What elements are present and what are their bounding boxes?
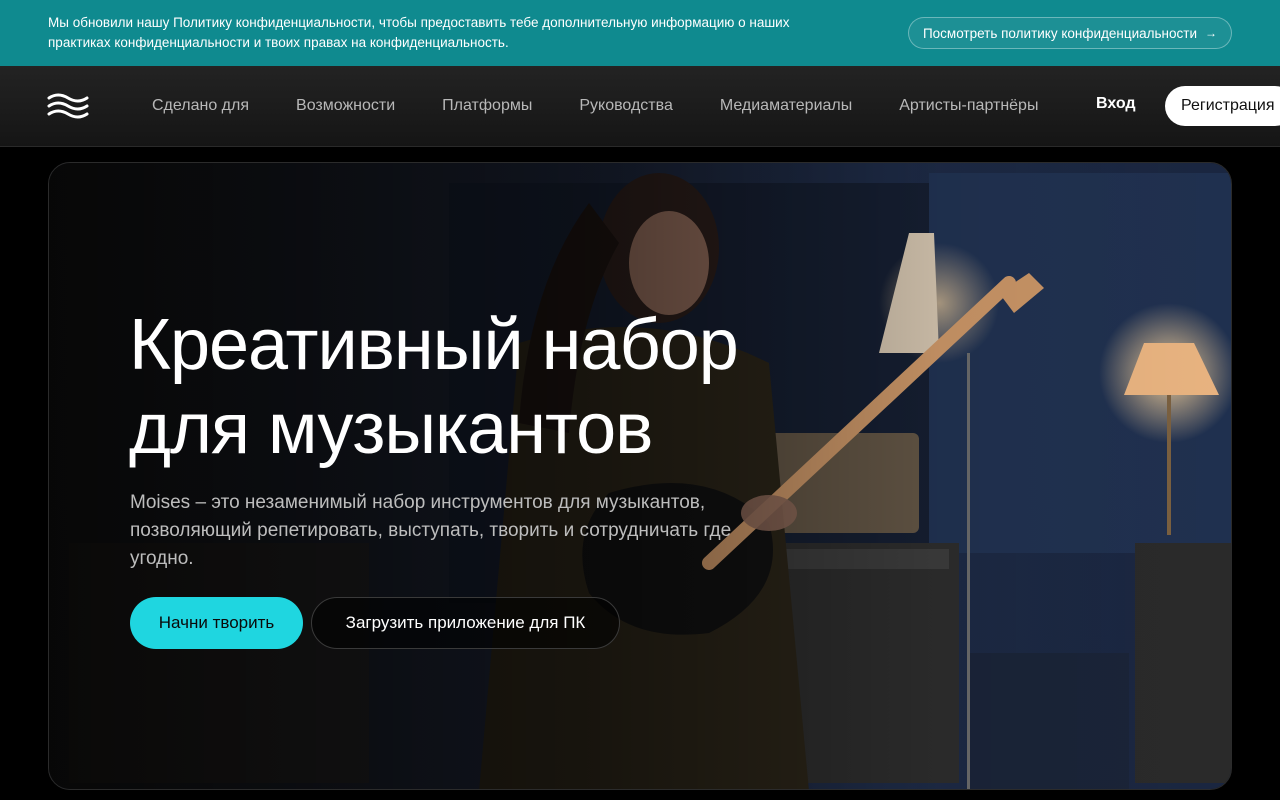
arrow-right-icon: →	[1205, 26, 1217, 40]
privacy-banner: Мы обновили нашу Политику конфиденциальн…	[0, 0, 1280, 66]
hero-section: Креативный набор для музыкантов Moises –…	[48, 162, 1232, 790]
nav-item-guides[interactable]: Руководства	[579, 97, 673, 115]
view-privacy-policy-button[interactable]: Посмотреть политику конфиденциальности →	[907, 17, 1232, 49]
hero-description: Moises – это незаменимый набор инструмен…	[130, 492, 732, 569]
start-creating-button[interactable]: Начни творить	[130, 597, 303, 649]
nav-item-made-for[interactable]: Сделано для	[152, 97, 249, 115]
hero-title-line-1: Креативный набор	[129, 305, 739, 385]
nav-item-media[interactable]: Медиаматериалы	[720, 97, 852, 115]
hero-overlay	[49, 163, 1231, 789]
nav-item-partner-artists[interactable]: Артисты-партнёры	[899, 97, 1038, 115]
hero-title-line-2: для музыкантов	[129, 389, 653, 469]
nav-item-platforms[interactable]: Платформы	[442, 97, 532, 115]
banner-text: Мы обновили нашу Политику конфиденциальн…	[48, 15, 790, 50]
register-button[interactable]: Регистрация	[1165, 86, 1280, 126]
moises-logo[interactable]	[47, 93, 89, 119]
hero-title: Креативный набор для музыкантов	[129, 303, 889, 471]
download-desktop-app-button[interactable]: Загрузить приложение для ПК	[311, 597, 620, 649]
view-privacy-policy-label: Посмотреть политику конфиденциальности	[922, 25, 1197, 41]
nav-menu: Сделано для Возможности Платформы Руково…	[152, 66, 1085, 146]
nav-item-features[interactable]: Возможности	[296, 97, 395, 115]
top-navigation: Сделано для Возможности Платформы Руково…	[0, 66, 1280, 147]
login-link[interactable]: Вход	[1096, 95, 1136, 113]
